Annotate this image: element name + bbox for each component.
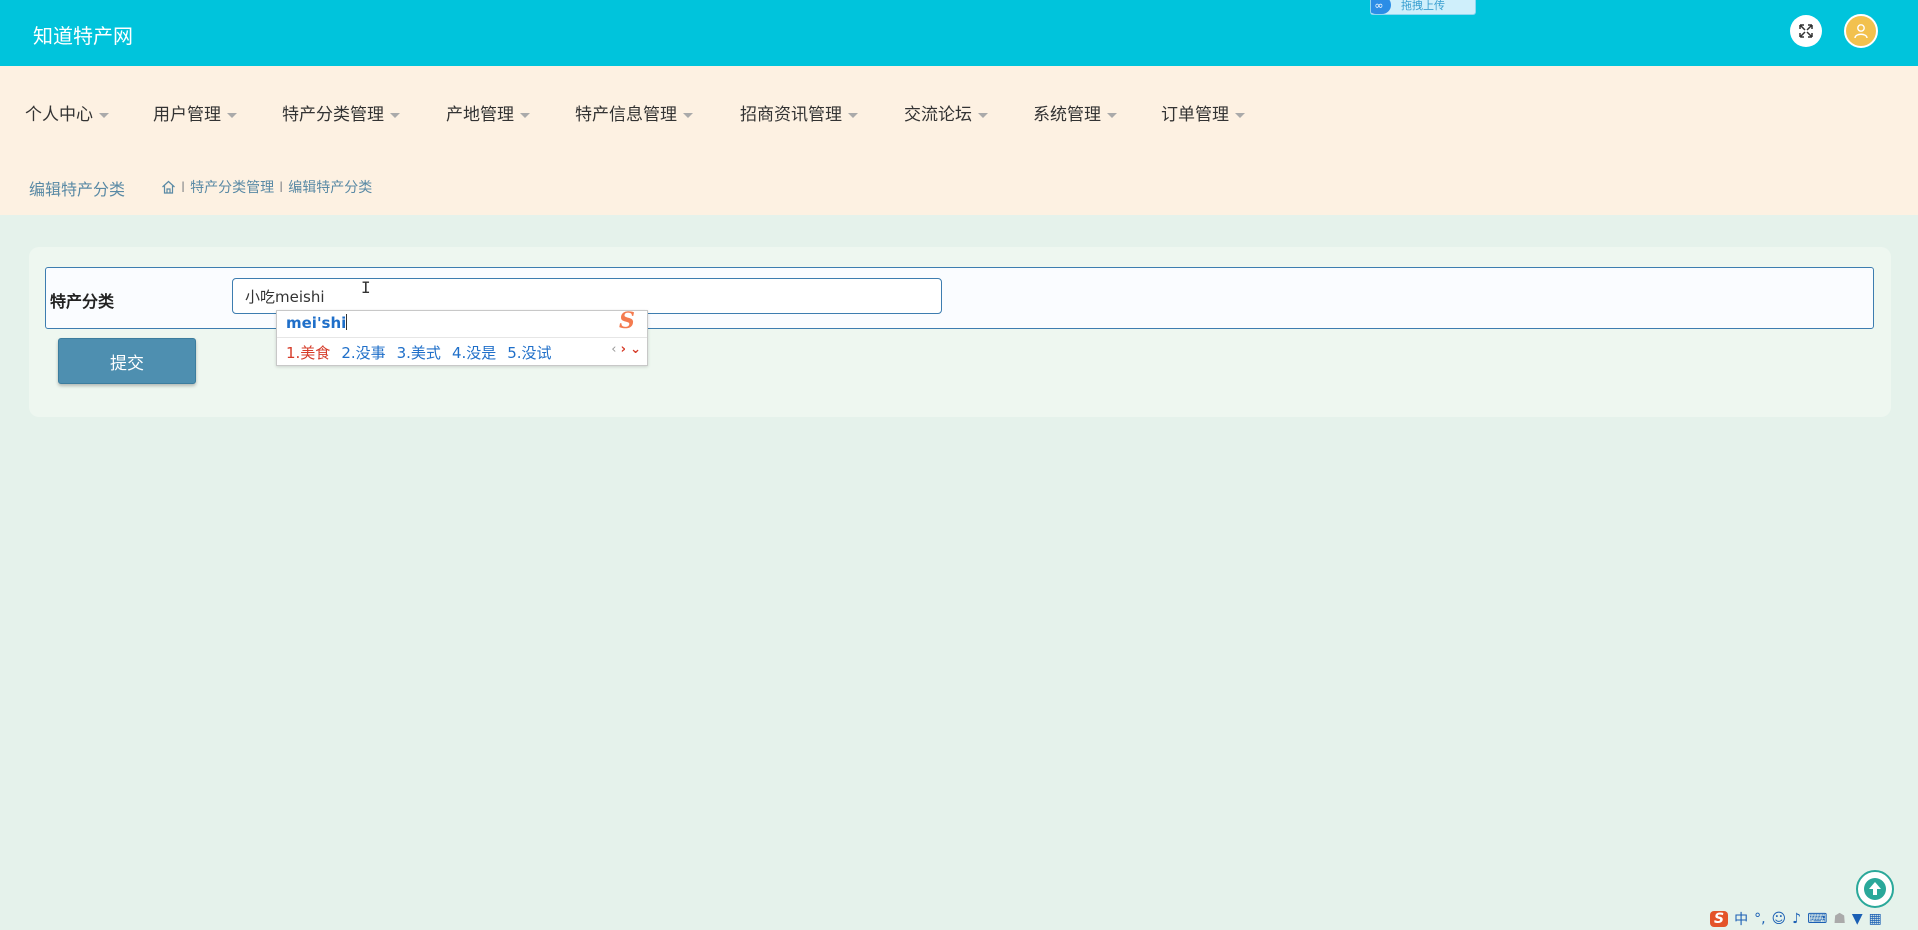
sogou-tray-icon[interactable]: S xyxy=(1710,911,1729,927)
prev-page-icon[interactable]: ‹ xyxy=(611,342,616,357)
breadcrumb-item-edit-category: 编辑特产分类 xyxy=(288,180,373,196)
caret-down-icon xyxy=(978,112,988,118)
cloud-icon: ∞ xyxy=(1371,0,1391,14)
breadcrumb-bar: 编辑特产分类 I 特产分类管理 I 编辑特产分类 xyxy=(0,156,1918,215)
breadcrumb-separator: I xyxy=(181,180,186,196)
back-to-top-button[interactable] xyxy=(1856,870,1894,908)
caret-down-icon xyxy=(1107,112,1117,118)
nav-label: 产地管理 xyxy=(446,105,514,125)
upload-chip-label: 拖拽上传 xyxy=(1401,0,1445,12)
nav-label: 特产信息管理 xyxy=(575,105,677,125)
upload-chip[interactable]: ∞ 拖拽上传 xyxy=(1370,0,1476,15)
caret-down-icon xyxy=(227,112,237,118)
nav-label: 系统管理 xyxy=(1033,105,1101,125)
keyboard-icon[interactable]: ⌨ xyxy=(1807,911,1827,927)
nav-item-origin-management[interactable]: 产地管理 xyxy=(446,100,530,125)
ime-candidate[interactable]: 5.没试 xyxy=(507,344,551,362)
page-title: 编辑特产分类 xyxy=(29,180,126,199)
ime-paging: ‹ › ⌄ xyxy=(611,342,641,357)
nav-item-product-info-management[interactable]: 特产信息管理 xyxy=(575,100,693,125)
site-brand[interactable]: 知道特产网 xyxy=(33,20,133,49)
nav-label: 特产分类管理 xyxy=(282,105,384,125)
ime-candidate[interactable]: 3.美式 xyxy=(397,344,441,362)
user-tray-icon[interactable]: ☗ xyxy=(1833,911,1846,927)
user-icon xyxy=(1854,24,1868,39)
nav-item-forum[interactable]: 交流论坛 xyxy=(904,100,988,125)
caret-down-icon xyxy=(390,112,400,118)
ime-language-indicator[interactable]: 中 xyxy=(1734,909,1748,929)
caret-down-icon xyxy=(848,112,858,118)
nav-label: 个人中心 xyxy=(25,105,93,125)
nav-item-category-management[interactable]: 特产分类管理 xyxy=(282,100,400,125)
user-avatar-button[interactable] xyxy=(1844,14,1878,48)
expand-icon xyxy=(1799,24,1813,38)
sogou-logo-icon: S xyxy=(619,308,635,334)
breadcrumb: I 特产分类管理 I 编辑特产分类 xyxy=(161,177,372,198)
ime-candidate[interactable]: 4.没是 xyxy=(452,344,496,362)
category-input[interactable] xyxy=(232,278,942,314)
caret-down-icon xyxy=(520,112,530,118)
nav-item-personal-center[interactable]: 个人中心 xyxy=(25,100,109,125)
ime-candidate-window: mei'shi S 1.美食 2.没事 3.美式 4.没是 5.没试 ‹ › ⌄ xyxy=(276,308,648,366)
nav-label: 交流论坛 xyxy=(904,105,972,125)
nav-item-system-management[interactable]: 系统管理 xyxy=(1033,100,1117,125)
breadcrumb-item-category-management[interactable]: 特产分类管理 xyxy=(190,180,274,196)
ime-caret xyxy=(346,314,348,330)
top-header: 知道特产网 ∞ 拖拽上传 xyxy=(0,0,1918,66)
caret-down-icon xyxy=(1235,112,1245,118)
arrow-up-icon xyxy=(1864,878,1886,900)
nav-label: 招商资讯管理 xyxy=(740,105,842,125)
nav-label: 订单管理 xyxy=(1161,105,1229,125)
main-nav: 个人中心 用户管理 特产分类管理 产地管理 特产信息管理 招商资讯管理 交流论坛… xyxy=(0,66,1918,157)
nav-item-user-management[interactable]: 用户管理 xyxy=(153,100,237,125)
breadcrumb-separator: I xyxy=(279,180,284,196)
ime-candidate[interactable]: 2.没事 xyxy=(341,344,385,362)
ime-tray: S 中 °, ☺ ♪ ⌨ ☗ ▼ ▦ xyxy=(1710,908,1918,930)
skin-icon[interactable]: ▼ xyxy=(1852,911,1863,927)
expand-candidates-icon[interactable]: ⌄ xyxy=(630,342,641,357)
nav-label: 用户管理 xyxy=(153,105,221,125)
emoji-icon[interactable]: ☺ xyxy=(1772,911,1787,927)
text-cursor-icon: I xyxy=(361,278,371,297)
caret-down-icon xyxy=(99,112,109,118)
ime-candidates: 1.美食 2.没事 3.美式 4.没是 5.没试 xyxy=(286,342,563,363)
microphone-icon[interactable]: ♪ xyxy=(1792,911,1801,927)
punctuation-icon[interactable]: °, xyxy=(1754,911,1765,927)
nav-item-order-management[interactable]: 订单管理 xyxy=(1161,100,1245,125)
nav-item-investment-news-management[interactable]: 招商资讯管理 xyxy=(740,100,858,125)
category-label: 特产分类 xyxy=(50,292,115,311)
ime-composition-text: mei'shi xyxy=(286,314,347,332)
caret-down-icon xyxy=(683,112,693,118)
fullscreen-button[interactable] xyxy=(1790,15,1822,47)
submit-button[interactable]: 提交 xyxy=(58,338,196,384)
next-page-icon[interactable]: › xyxy=(621,342,626,357)
toolbox-icon[interactable]: ▦ xyxy=(1869,911,1882,927)
ime-candidate[interactable]: 1.美食 xyxy=(286,344,330,362)
ime-divider xyxy=(277,337,647,338)
home-icon[interactable] xyxy=(161,180,176,198)
ime-composition: mei'shi xyxy=(286,314,348,332)
